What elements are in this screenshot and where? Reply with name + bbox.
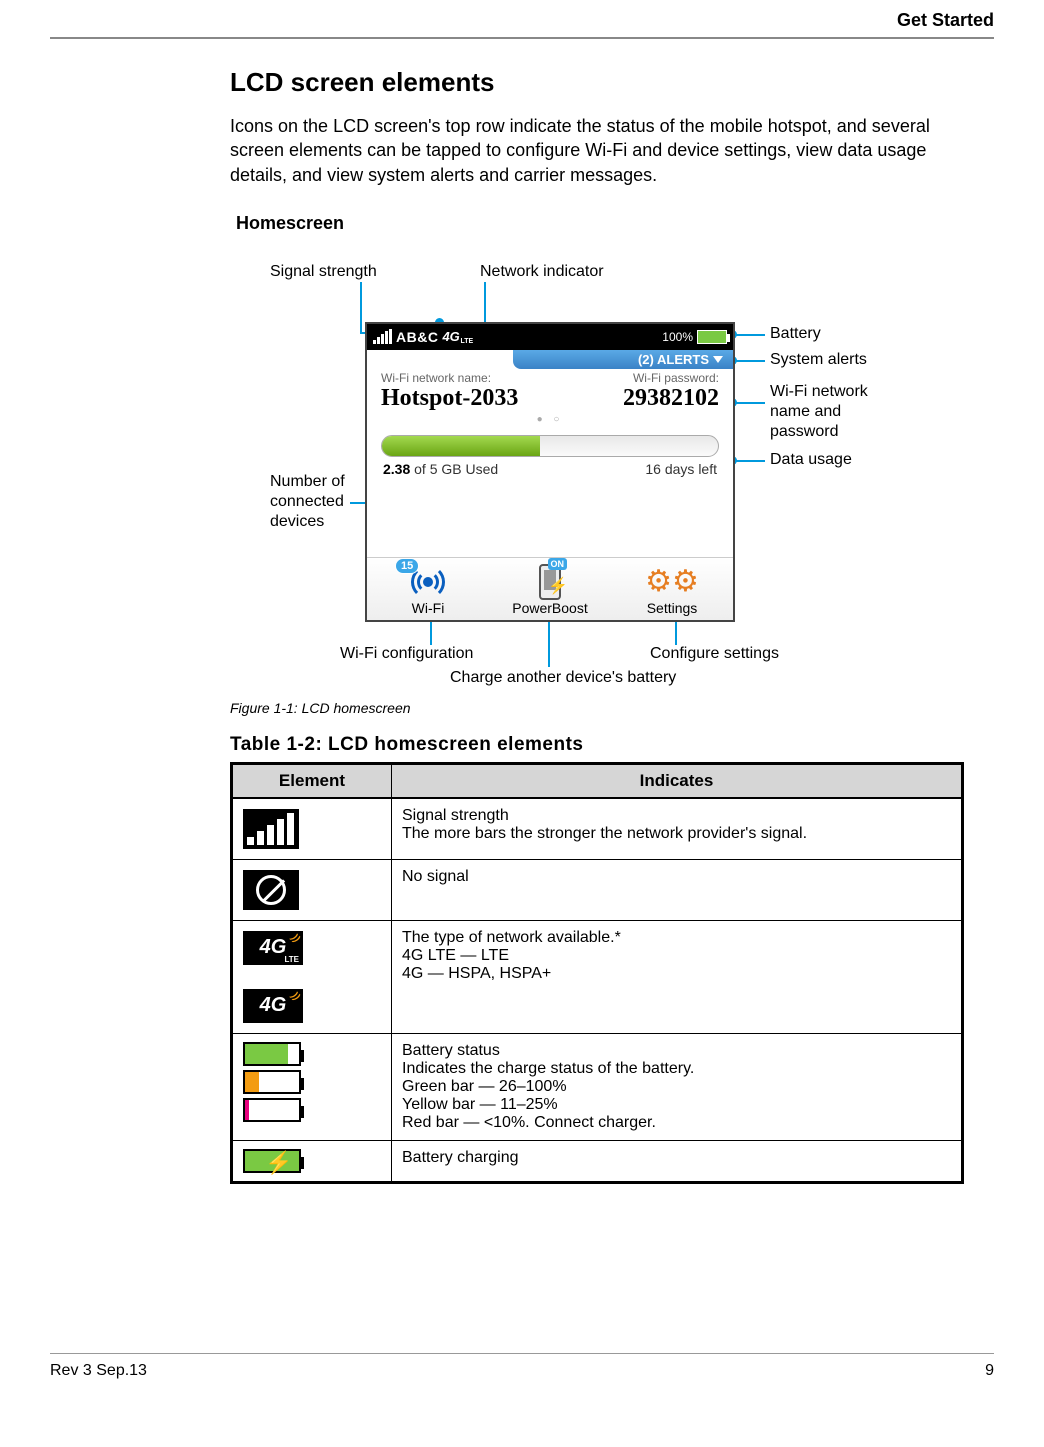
gear-icon: ⚙⚙ [645, 564, 699, 599]
alerts-bar[interactable]: (2) ALERTS [513, 350, 733, 369]
data-usage-panel[interactable]: 2.38 of 5 GB Used 16 days left [367, 425, 733, 481]
no-signal-icon [243, 870, 299, 910]
battery-icon [697, 330, 727, 344]
element-signal-desc: Signal strength The more bars the strong… [392, 798, 963, 860]
tab-powerboost[interactable]: ⚡ON PowerBoost [489, 564, 611, 616]
tab-settings-label: Settings [611, 600, 733, 616]
section-lead: Icons on the LCD screen's top row indica… [230, 114, 964, 187]
callout-line [735, 360, 765, 362]
footer-page-number: 9 [985, 1362, 994, 1380]
tab-settings[interactable]: ⚙⚙ Settings [611, 564, 733, 616]
callout-wifi-name-pw: Wi-Fi network name and password [770, 382, 900, 442]
network-sub-text: LTE [460, 338, 473, 345]
table-row: 4G))LTE 4G)) The type of network availab… [232, 920, 963, 1033]
network-badge-text: 4G [442, 329, 459, 344]
callout-system-alerts: System alerts [770, 350, 867, 370]
element-nosignal-desc: No signal [392, 859, 963, 920]
callout-network-indicator: Network indicator [480, 262, 604, 282]
callout-charge-device: Charge another device's battery [450, 668, 676, 688]
battery-yellow-icon [243, 1070, 301, 1094]
tab-wifi-label: Wi-Fi [367, 600, 489, 616]
element-network-desc: The type of network available.* 4G LTE —… [392, 920, 963, 1033]
network-type-icon: 4GLTE [442, 329, 459, 344]
status-bar: AB&C 4GLTE 100% [367, 324, 733, 350]
page-footer: Rev 3 Sep.13 9 [50, 1353, 994, 1380]
signal-strength-icon [243, 809, 299, 849]
carrier-name: AB&C [396, 329, 438, 345]
element-network-icon-cell: 4G))LTE 4G)) [232, 920, 392, 1033]
homescreen-diagram: Signal strength Network indicator Batter… [230, 262, 964, 692]
bottom-tabs: 15 Wi-Fi ⚡ON PowerBoost ⚙⚙ Settings [367, 557, 733, 620]
signal-bars-icon [373, 330, 392, 344]
usage-used-suffix: of 5 GB Used [410, 461, 498, 477]
tab-wifi[interactable]: 15 Wi-Fi [367, 564, 489, 616]
4g-icon: 4G)) [243, 989, 303, 1023]
usage-bar-fill [382, 436, 540, 456]
elements-table: Element Indicates Signal strength The mo… [230, 762, 964, 1184]
table-title: Table 1-2: LCD homescreen elements [230, 734, 964, 756]
wifi-password-label: Wi-Fi password: [623, 371, 719, 385]
callout-line [360, 282, 362, 332]
alerts-text: (2) ALERTS [638, 352, 709, 367]
usage-days-left: 16 days left [645, 461, 717, 477]
header-rule [50, 37, 994, 39]
table-row: Battery status Indicates the charge stat… [232, 1033, 963, 1140]
table-row: ⚡ Battery charging [232, 1140, 963, 1182]
wifi-name-label: Wi-Fi network name: [381, 371, 518, 385]
callout-line [735, 460, 765, 462]
element-signal-icon-cell [232, 798, 392, 860]
page-indicator-dots: ● ○ [367, 414, 733, 425]
homescreen-heading: Homescreen [236, 213, 964, 234]
callout-connected-devices: Number of connected devices [270, 472, 360, 532]
battery-charging-icon: ⚡ [243, 1149, 301, 1173]
footer-revision: Rev 3 Sep.13 [50, 1362, 147, 1380]
element-charging-icon-cell: ⚡ [232, 1140, 392, 1182]
wifi-name-value: Hotspot-2033 [381, 385, 518, 412]
figure-caption: Figure 1-1: LCD homescreen [230, 700, 964, 716]
callout-line [735, 334, 765, 336]
table-header-element: Element [232, 763, 392, 798]
callout-battery: Battery [770, 324, 821, 344]
page-header-section: Get Started [50, 0, 994, 37]
connected-devices-badge: 15 [395, 558, 419, 574]
section-title: LCD screen elements [230, 67, 964, 98]
on-badge: ON [548, 558, 568, 570]
battery-percentage: 100% [662, 330, 693, 344]
phone-charge-icon: ⚡ON [539, 564, 561, 600]
element-nosignal-icon-cell [232, 859, 392, 920]
element-battery-icon-cell [232, 1033, 392, 1140]
tab-powerboost-label: PowerBoost [489, 600, 611, 616]
wifi-password-value: 29382102 [623, 385, 719, 412]
wifi-info-row[interactable]: Wi-Fi network name: Hotspot-2033 Wi-Fi p… [367, 369, 733, 418]
table-header-indicates: Indicates [392, 763, 963, 798]
callout-configure-settings: Configure settings [650, 644, 779, 664]
table-row: No signal [232, 859, 963, 920]
4g-lte-icon: 4G))LTE [243, 931, 303, 965]
callout-wifi-config: Wi-Fi configuration [340, 644, 473, 664]
usage-used-value: 2.38 [383, 461, 410, 477]
callout-line [484, 282, 486, 322]
element-battery-desc: Battery status Indicates the charge stat… [392, 1033, 963, 1140]
callout-data-usage: Data usage [770, 450, 852, 470]
callout-line [735, 402, 765, 404]
battery-red-icon [243, 1098, 301, 1122]
callout-signal-strength: Signal strength [270, 262, 377, 282]
element-charging-desc: Battery charging [392, 1140, 963, 1182]
callout-line [548, 617, 550, 667]
chevron-down-icon [713, 356, 723, 363]
usage-used-text: 2.38 of 5 GB Used [383, 461, 498, 477]
lcd-homescreen-device: AB&C 4GLTE 100% (2) ALERTS [365, 322, 735, 622]
battery-green-icon [243, 1042, 301, 1066]
table-row: Signal strength The more bars the strong… [232, 798, 963, 860]
usage-bar [381, 435, 719, 457]
